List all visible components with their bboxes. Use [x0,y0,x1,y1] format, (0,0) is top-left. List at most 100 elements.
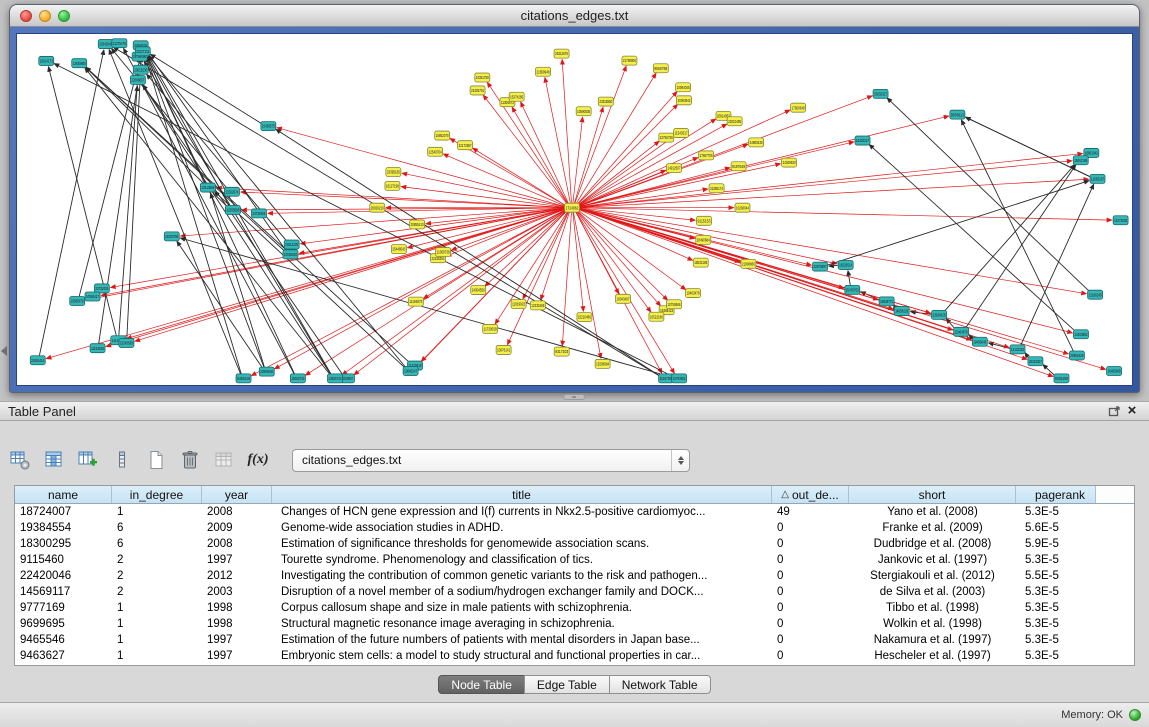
table-cell[interactable]: 5.6E-5 [1016,520,1096,536]
table-cell[interactable]: 1998 [202,600,272,616]
table-cell[interactable]: 9465546 [15,632,112,648]
table-cell[interactable]: 1 [112,616,202,632]
tab-edge-table[interactable]: Edge Table [524,675,610,694]
table-cell[interactable]: Nakamura et al. (1997) [849,632,1016,648]
table-row[interactable]: 977716911998Corpus callosum shape and si… [15,600,1134,616]
window-titlebar[interactable]: citations_edges.txt [10,5,1139,27]
column-header-pagerank[interactable]: pagerank [1016,486,1096,503]
new-table-button[interactable] [144,448,168,472]
table-cell[interactable]: 5.3E-5 [1016,552,1096,568]
delete-column-button[interactable] [110,448,134,472]
table-cell[interactable]: Jankovic et al. (1997) [849,552,1016,568]
zoom-button[interactable] [58,10,70,22]
table-cell[interactable]: Tourette syndrome. Phenomenology and cla… [272,552,772,568]
table-cell[interactable]: 9777169 [15,600,112,616]
table-cell[interactable]: 1 [112,648,202,664]
table-cell[interactable]: 5.9E-5 [1016,536,1096,552]
table-cell[interactable]: 2 [112,584,202,600]
table-cell[interactable]: 0 [772,632,849,648]
table-cell[interactable]: 9115460 [15,552,112,568]
table-cell[interactable]: Genome-wide association studies in ADHD. [272,520,772,536]
tab-node-table[interactable]: Node Table [438,675,525,694]
collapse-handle-icon[interactable] [1,346,7,356]
table-cell[interactable]: Changes of HCN gene expression and I(f) … [272,504,772,520]
table-cell[interactable]: 0 [772,568,849,584]
tab-network-table[interactable]: Network Table [609,675,711,694]
table-cell[interactable]: 1997 [202,632,272,648]
table-row[interactable]: 946554611997Estimation of the future num… [15,632,1134,648]
table-row[interactable]: 1872400712008Changes of HCN gene express… [15,504,1134,520]
table-cell[interactable]: 2008 [202,504,272,520]
table-cell[interactable]: Embryonic stem cells: a model to study s… [272,648,772,664]
table-row[interactable]: 1938455462009Genome-wide association stu… [15,520,1134,536]
table-cell[interactable]: Structural magnetic resonance image aver… [272,616,772,632]
table-cell[interactable]: Stergiakouli et al. (2012) [849,568,1016,584]
table-row[interactable]: 1830029562008Estimation of significance … [15,536,1134,552]
table-cell[interactable]: 5.3E-5 [1016,648,1096,664]
show-columns-button[interactable] [42,448,66,472]
table-cell[interactable]: 6 [112,520,202,536]
table-cell[interactable]: 9699695 [15,616,112,632]
column-header-out-degree[interactable]: △ out_de... [772,486,849,503]
close-panel-button[interactable]: × [1123,403,1141,419]
delete-table-button[interactable] [178,448,202,472]
table-cell[interactable]: Estimation of significance thresholds fo… [272,536,772,552]
column-header-title[interactable]: title [272,486,772,503]
table-cell[interactable]: 19384554 [15,520,112,536]
column-header-name[interactable]: name [15,486,112,503]
network-canvas[interactable]: 1020004491151531849068421908866185321961… [16,33,1133,386]
table-cell[interactable]: Yano et al. (2008) [849,504,1016,520]
table-row[interactable]: 1456911722003Disruption of a novel membe… [15,584,1134,600]
table-cell[interactable]: 0 [772,520,849,536]
table-cell[interactable]: 0 [772,584,849,600]
table-cell[interactable]: 2 [112,568,202,584]
table-cell[interactable]: 0 [772,648,849,664]
table-cell[interactable]: 5.3E-5 [1016,504,1096,520]
table-cell[interactable]: 1 [112,504,202,520]
function-builder-button[interactable]: f(x) [246,448,270,472]
table-cell[interactable]: Investigating the contribution of common… [272,568,772,584]
table-cell[interactable]: 0 [772,616,849,632]
import-table-button[interactable] [212,448,236,472]
column-header-short[interactable]: short [849,486,1016,503]
table-cell[interactable]: 2008 [202,536,272,552]
table-cell[interactable]: 9463627 [15,648,112,664]
table-cell[interactable]: 1997 [202,648,272,664]
splitter-grip[interactable] [563,394,585,400]
table-cell[interactable]: Wolkin et al. (1998) [849,616,1016,632]
float-panel-button[interactable] [1105,403,1123,419]
table-cell[interactable]: 1998 [202,616,272,632]
table-cell[interactable]: 2003 [202,584,272,600]
table-cell[interactable]: 18300295 [15,536,112,552]
table-cell[interactable]: 1 [112,600,202,616]
table-row[interactable]: 969969511998Structural magnetic resonanc… [15,616,1134,632]
column-header-in-degree[interactable]: in_degree [112,486,202,503]
table-row[interactable]: 2242004622012Investigating the contribut… [15,568,1134,584]
table-cell[interactable]: 22420046 [15,568,112,584]
table-cell[interactable]: 18724007 [15,504,112,520]
table-cell[interactable]: 5.5E-5 [1016,568,1096,584]
table-cell[interactable]: 0 [772,536,849,552]
table-cell[interactable]: 1997 [202,552,272,568]
table-cell[interactable]: 5.3E-5 [1016,584,1096,600]
close-button[interactable] [20,10,32,22]
table-cell[interactable]: Hescheler et al. (1997) [849,648,1016,664]
table-cell[interactable]: Dudbridge et al. (2008) [849,536,1016,552]
create-column-button[interactable] [76,448,100,472]
column-header-year[interactable]: year [202,486,272,503]
table-cell[interactable]: Tibbo et al. (1998) [849,600,1016,616]
table-cell[interactable]: 6 [112,536,202,552]
table-cell[interactable]: 2 [112,552,202,568]
table-cell[interactable]: 14569117 [15,584,112,600]
table-cell[interactable]: Corpus callosum shape and size in male p… [272,600,772,616]
table-cell[interactable]: Estimation of the future numbers of pati… [272,632,772,648]
table-cell[interactable]: 5.3E-5 [1016,632,1096,648]
table-mode-button[interactable] [8,448,32,472]
table-cell[interactable]: 2009 [202,520,272,536]
table-cell[interactable]: de Silva et al. (2003) [849,584,1016,600]
table-cell[interactable]: 49 [772,504,849,520]
table-selector[interactable]: citations_edges.txt [292,449,690,472]
table-row[interactable]: 911546021997Tourette syndrome. Phenomeno… [15,552,1134,568]
table-cell[interactable]: Franke et al. (2009) [849,520,1016,536]
table-cell[interactable]: 1 [112,632,202,648]
